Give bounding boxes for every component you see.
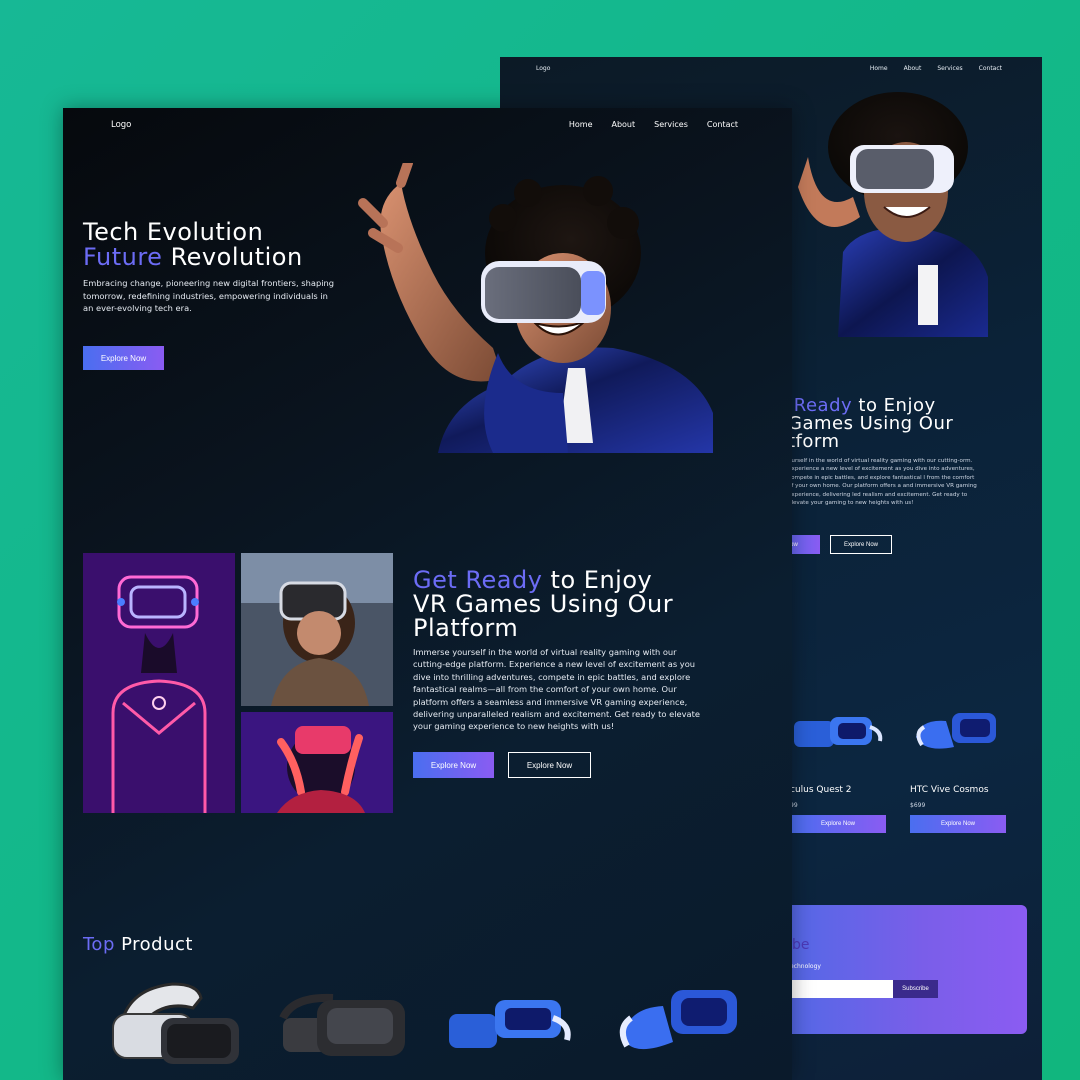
back-product-explore-button[interactable]: Explore Now [910,815,1006,833]
top-product-rest: Product [114,934,193,955]
back-logo[interactable]: Logo [536,65,550,72]
hero-title-accent: Future [83,243,163,271]
back-explore-button-secondary[interactable]: Explore Now [830,535,892,554]
back-product-price: $699 [910,802,926,809]
vr-explore-button-secondary[interactable]: Explore Now [508,752,591,778]
back-product-name: HTC Vive Cosmos [910,785,989,795]
top-product-accent: Top [83,934,115,955]
back-headline-line3: tform [788,431,840,452]
hero-title-line1: Tech Evolution [83,218,264,246]
vr-headset-blue-icon [449,1000,571,1048]
gallery-red-vr-image [241,712,393,813]
gallery-woman-vr-image [241,553,393,706]
hero-explore-button[interactable]: Explore Now [83,346,164,370]
vr-headset-blue-icon [916,713,996,749]
back-nav-contact[interactable]: Contact [979,65,1002,72]
front-nav-services[interactable]: Services [654,120,688,129]
vr-section-title: Get Ready to Enjoy VR Games Using Our Pl… [413,568,673,640]
vr-title-line3: Platform [413,614,519,642]
front-logo[interactable]: Logo [111,120,131,130]
front-nav-about[interactable]: About [611,120,635,129]
back-hero-photo [798,92,988,337]
subscribe-subtitle: echnology [790,963,821,970]
front-nav-home[interactable]: Home [569,120,593,129]
subscribe-button[interactable]: Subscribe [893,980,938,998]
back-nav-links: Home About Services Contact [870,65,1002,72]
subscribe-box: be echnology Subscribe [770,905,1027,1034]
vr-headset-white-icon [112,982,239,1064]
vr-title-line2: VR Games Using Our [413,590,674,618]
front-nav-contact[interactable]: Contact [707,120,738,129]
front-navbar: Logo Home About Services Contact [111,118,738,134]
top-product-heading: Top Product [83,934,193,955]
hero-vr-photo [358,163,713,453]
back-product-name: culus Quest 2 [790,785,852,795]
back-nav-services[interactable]: Services [937,65,962,72]
front-page-mockup: Logo Home About Services Contact Tech Ev… [63,108,792,1080]
back-vr-paragraph: ourself in the world of virtual reality … [788,458,977,507]
back-product-card: HTC Vive Cosmos $699 Explore Now [910,707,1006,833]
back-product-explore-button[interactable]: Explore Now [790,815,886,833]
vr-section-description: Immerse yourself in the world of virtual… [413,647,700,732]
vr-headset-blue-2-icon [619,990,737,1050]
vr-headset-blue-icon [794,717,883,747]
hero-description: Embracing change, pioneering new digital… [83,278,335,314]
hero-title: Tech Evolution Future Revolution [83,220,303,270]
front-nav-links: Home About Services Contact [569,120,738,129]
back-product-price: 99 [790,802,798,809]
subscribe-title: be [792,937,810,953]
back-nav-home[interactable]: Home [870,65,888,72]
back-nav-about[interactable]: About [904,65,922,72]
vr-explore-button-primary[interactable]: Explore Now [413,752,494,778]
back-vr-headline: t Ready to Enjoy Games Using Our tform [780,397,953,451]
back-product-card: culus Quest 2 99 Explore Now [790,707,886,833]
hero-title-line2: Revolution [162,243,303,271]
vr-headset-black-icon [279,993,405,1056]
gallery-neon-vr-image [83,553,235,813]
